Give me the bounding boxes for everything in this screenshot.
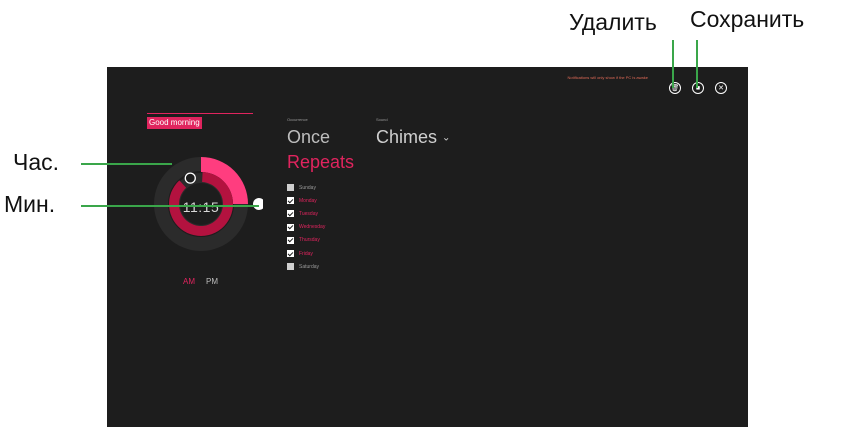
- day-row[interactable]: Sunday: [287, 181, 325, 194]
- close-button[interactable]: ✕: [715, 82, 727, 94]
- occurrence-repeats[interactable]: Repeats: [287, 153, 354, 171]
- notification-hint: Notifications will only show if the PC i…: [567, 75, 648, 80]
- day-label: Sunday: [299, 184, 316, 191]
- day-label: Thursday: [299, 237, 320, 244]
- day-row[interactable]: Tuesday: [287, 207, 325, 220]
- sound-value: Chimes: [376, 127, 438, 147]
- day-row[interactable]: Friday: [287, 247, 325, 260]
- time-display: 11:15: [182, 199, 220, 215]
- alarm-edit-screen: Notifications will only show if the PC i…: [107, 67, 748, 427]
- day-label: Tuesday: [299, 210, 318, 217]
- weekday-list: Sunday Monday Tuesday Wednesday Thursday…: [287, 181, 325, 273]
- delete-callout-label: Удалить: [569, 9, 657, 35]
- alarm-name-underline: [147, 113, 253, 114]
- minute-callout-line: [81, 205, 259, 207]
- day-checkbox[interactable]: [287, 210, 294, 218]
- day-checkbox[interactable]: [287, 184, 294, 192]
- sound-dropdown[interactable]: Chimes ⌄: [376, 128, 450, 146]
- delete-button[interactable]: 🗑: [669, 82, 681, 94]
- save-button[interactable]: ■: [692, 82, 704, 94]
- pm-toggle[interactable]: PM: [206, 277, 218, 286]
- hour-callout-label: Час.: [13, 149, 60, 175]
- day-checkbox[interactable]: [287, 223, 294, 231]
- day-row[interactable]: Monday: [287, 194, 325, 207]
- day-label: Saturday: [299, 263, 320, 270]
- occurrence-once[interactable]: Once: [287, 128, 330, 146]
- chevron-down-icon: ⌄: [442, 132, 451, 144]
- save-callout-line: [696, 40, 698, 88]
- delete-callout-line: [672, 40, 674, 88]
- day-row[interactable]: Thursday: [287, 234, 325, 247]
- day-label: Wednesday: [299, 224, 326, 231]
- hour-handle[interactable]: [184, 172, 196, 184]
- hour-callout-line: [81, 163, 172, 165]
- sound-label: Sound: [376, 117, 388, 122]
- day-row[interactable]: Wednesday: [287, 221, 325, 234]
- am-toggle[interactable]: AM: [183, 277, 195, 286]
- day-checkbox[interactable]: [287, 263, 294, 271]
- day-label: Monday: [299, 197, 317, 204]
- day-checkbox[interactable]: [287, 197, 294, 205]
- day-label: Friday: [299, 250, 313, 257]
- minute-callout-label: Мин.: [4, 191, 56, 217]
- save-callout-label: Сохранить: [690, 6, 805, 32]
- occurrence-label: Occurrence: [287, 117, 308, 122]
- day-checkbox[interactable]: [287, 236, 294, 244]
- close-icon: ✕: [718, 84, 724, 92]
- alarm-name-input[interactable]: Good morning: [147, 117, 202, 129]
- minute-handle[interactable]: [253, 198, 263, 210]
- day-row[interactable]: Saturday: [287, 260, 325, 273]
- day-checkbox[interactable]: [287, 250, 294, 258]
